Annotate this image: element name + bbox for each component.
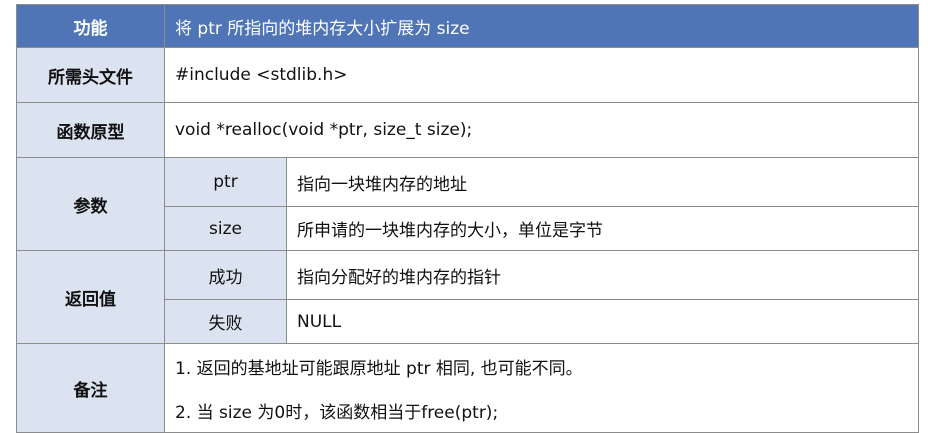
param-name-ptr: ptr — [164, 157, 287, 207]
params-key: 参数 — [16, 157, 165, 251]
prototype-row: 函数原型 void *realloc(void *ptr, size_t siz… — [16, 102, 919, 158]
return-name-success: 成功 — [164, 250, 287, 300]
param-desc-ptr: 指向一块堆内存的地址 — [286, 157, 919, 207]
param-desc-size: 所申请的一块堆内存的大小，单位是字节 — [286, 206, 919, 251]
notes-line-1: 1. 返回的基地址可能跟原地址 ptr 相同, 也可能不同。 — [164, 343, 919, 388]
return-key: 返回值 — [16, 250, 165, 344]
param-row-ptr: 参数 ptr 指向一块堆内存的地址 — [16, 157, 919, 251]
header-row: 功能 将 ptr 所指向的堆内存大小扩展为 size — [16, 4, 919, 48]
param-name-size: size — [164, 206, 287, 251]
header-file-key: 所需头文件 — [16, 47, 165, 103]
return-row-success: 返回值 成功 指向分配好的堆内存的指针 — [16, 250, 919, 344]
realloc-spec-table: 功能 将 ptr 所指向的堆内存大小扩展为 size 所需头文件 #includ… — [16, 4, 919, 433]
header-file-value: #include <stdlib.h> — [164, 47, 919, 103]
notes-row-1: 备注 1. 返回的基地址可能跟原地址 ptr 相同, 也可能不同。 — [16, 343, 919, 433]
return-name-failure: 失败 — [164, 299, 287, 344]
notes-key: 备注 — [16, 343, 165, 433]
prototype-value: void *realloc(void *ptr, size_t size); — [164, 102, 919, 158]
header-key-cell: 功能 — [16, 4, 165, 48]
prototype-key: 函数原型 — [16, 102, 165, 158]
return-desc-success: 指向分配好的堆内存的指针 — [286, 250, 919, 300]
header-value-cell: 将 ptr 所指向的堆内存大小扩展为 size — [164, 4, 919, 48]
return-desc-failure: NULL — [286, 299, 919, 344]
notes-line-2: 2. 当 size 为0时，该函数相当于free(ptr); — [164, 388, 919, 433]
header-file-row: 所需头文件 #include <stdlib.h> — [16, 47, 919, 103]
